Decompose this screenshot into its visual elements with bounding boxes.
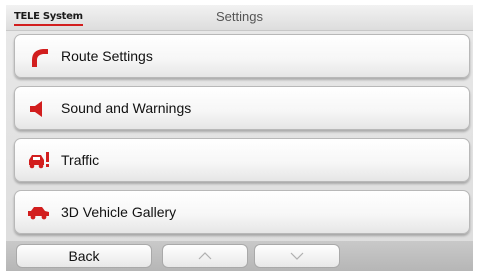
- back-button[interactable]: Back: [16, 244, 152, 268]
- scroll-up-button[interactable]: [162, 244, 248, 268]
- menu-item-label: Route Settings: [61, 48, 153, 64]
- menu-item-3d-vehicle-gallery[interactable]: 3D Vehicle Gallery: [14, 190, 470, 234]
- bottom-toolbar: Back: [6, 241, 473, 271]
- route-icon: [27, 47, 51, 67]
- scroll-down-icon: [290, 252, 304, 260]
- scroll-up-icon: [198, 252, 212, 260]
- menu-item-label: Sound and Warnings: [61, 100, 192, 116]
- scroll-down-button[interactable]: [254, 244, 340, 268]
- menu-item-traffic[interactable]: Traffic: [14, 138, 470, 182]
- traffic-car-icon: [27, 151, 51, 171]
- menu-item-sound-and-warnings[interactable]: Sound and Warnings: [14, 86, 470, 130]
- settings-screen: TELE System Settings Route Settings Soun…: [6, 5, 473, 271]
- menu-item-label: Traffic: [61, 152, 100, 168]
- menu-item-route-settings[interactable]: Route Settings: [14, 34, 470, 78]
- title-bar: TELE System Settings: [6, 5, 473, 31]
- speaker-icon: [27, 99, 51, 119]
- vehicle-icon: [27, 203, 51, 223]
- page-title: Settings: [216, 9, 263, 24]
- menu-item-label: 3D Vehicle Gallery: [61, 204, 177, 220]
